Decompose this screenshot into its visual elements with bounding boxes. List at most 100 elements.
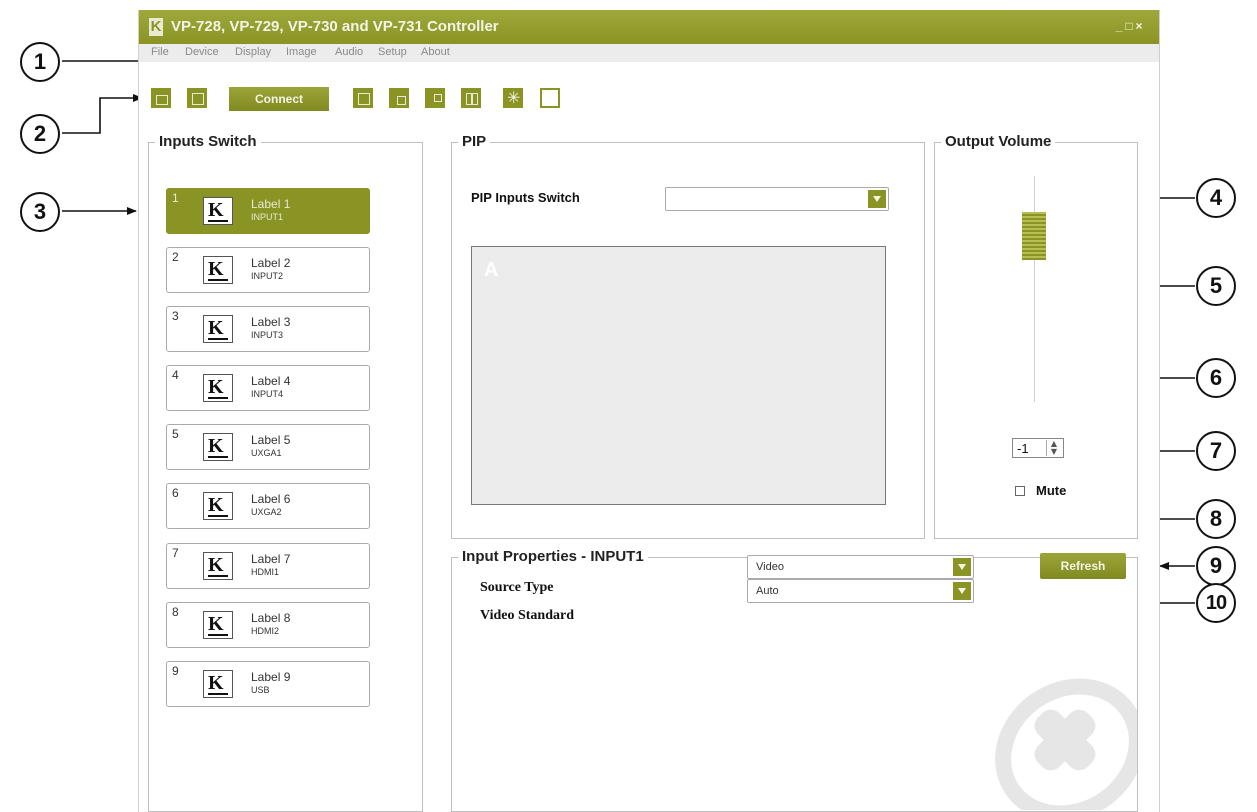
callout-2: 2: [20, 114, 60, 154]
kramer-k-icon: K: [203, 492, 233, 520]
callout-6: 6: [1196, 358, 1236, 398]
callout-7: 7: [1196, 431, 1236, 471]
kramer-k-icon: K: [203, 374, 233, 402]
input-button-5[interactable]: 5 K Label 5 UXGA1: [166, 424, 370, 470]
input-name: INPUT2: [251, 271, 284, 281]
callout-8: 8: [1196, 499, 1236, 539]
menu-device[interactable]: Device: [185, 46, 219, 58]
input-button-1[interactable]: 1 K Label 1 INPUT1: [166, 188, 370, 234]
title-bar: K VP-728, VP-729, VP-730 and VP-731 Cont…: [139, 10, 1159, 44]
input-label: Label 2: [251, 256, 291, 270]
input-button-8[interactable]: 8 K Label 8 HDMI2: [166, 602, 370, 648]
kramer-k-icon: K: [203, 197, 233, 225]
layout-full-icon[interactable]: [353, 88, 373, 108]
pip-title: PIP: [458, 133, 491, 150]
input-number: 4: [172, 368, 179, 382]
menu-file[interactable]: File: [151, 46, 169, 58]
input-name: USB: [251, 685, 270, 695]
volume-spinbox[interactable]: -1 ▲ ▼: [1012, 438, 1064, 458]
input-name: INPUT1: [251, 212, 284, 222]
input-number: 2: [172, 250, 179, 264]
chevron-down-icon[interactable]: [953, 582, 971, 600]
input-name: INPUT3: [251, 330, 284, 340]
input-number: 7: [172, 546, 179, 560]
spin-arrows-icon[interactable]: ▲ ▼: [1046, 440, 1061, 456]
layout-pip-icon[interactable]: [389, 88, 409, 108]
input-label: Label 8: [251, 611, 291, 625]
input-number: 6: [172, 486, 179, 500]
input-button-2[interactable]: 2 K Label 2 INPUT2: [166, 247, 370, 293]
mute-checkbox[interactable]: [1015, 486, 1025, 496]
output-volume-title: Output Volume: [941, 133, 1056, 150]
menu-image[interactable]: Image: [286, 46, 317, 58]
maximize-button[interactable]: □: [1125, 19, 1135, 33]
inputs-switch-title: Inputs Switch: [155, 133, 261, 150]
chevron-down-icon[interactable]: [953, 558, 971, 576]
callout-4: 4: [1196, 178, 1236, 218]
video-standard-select[interactable]: Auto: [747, 579, 974, 603]
input-button-3[interactable]: 3 K Label 3 INPUT3: [166, 306, 370, 352]
menu-display[interactable]: Display: [235, 46, 271, 58]
menu-about[interactable]: About: [421, 46, 450, 58]
arrow-2: [62, 94, 143, 134]
video-standard-label: Video Standard: [480, 608, 575, 623]
input-label: Label 3: [251, 315, 291, 329]
callout-10: 10: [1196, 583, 1236, 623]
window-title: VP-728, VP-729, VP-730 and VP-731 Contro…: [171, 18, 499, 35]
watermark-logo: [995, 678, 1137, 810]
input-number: 8: [172, 605, 179, 619]
minimize-button[interactable]: _: [1115, 19, 1125, 33]
input-label: Label 7: [251, 552, 291, 566]
input-button-7[interactable]: 7 K Label 7 HDMI1: [166, 543, 370, 589]
input-name: UXGA1: [251, 448, 282, 458]
input-number: 9: [172, 664, 179, 678]
close-button[interactable]: ×: [1135, 19, 1145, 33]
input-number: 3: [172, 309, 179, 323]
pip-inputs-switch-select[interactable]: [665, 187, 889, 211]
kramer-k-icon: K: [203, 552, 233, 580]
kramer-k-icon: K: [203, 670, 233, 698]
input-label: Label 9: [251, 670, 291, 684]
open-icon[interactable]: [151, 88, 171, 108]
volume-slider-track: [1034, 176, 1035, 402]
kramer-k-icon: K: [203, 256, 233, 284]
source-type-value: Video: [756, 561, 784, 573]
source-type-select[interactable]: Video: [747, 555, 974, 579]
menu-setup[interactable]: Setup: [378, 46, 407, 58]
connect-button[interactable]: Connect: [229, 87, 329, 111]
mute-label: Mute: [1036, 483, 1067, 498]
input-button-4[interactable]: 4 K Label 4 INPUT4: [166, 365, 370, 411]
output-volume-group: Output Volume: [934, 133, 1138, 539]
video-standard-value: Auto: [756, 585, 779, 597]
input-number: 5: [172, 427, 179, 441]
input-number: 1: [172, 191, 179, 205]
kramer-k-icon: K: [203, 315, 233, 343]
input-name: UXGA2: [251, 507, 282, 517]
volume-value: -1: [1017, 441, 1029, 456]
layout-split-icon[interactable]: [461, 88, 481, 108]
callout-5: 5: [1196, 266, 1236, 306]
input-button-9[interactable]: 9 K Label 9 USB: [166, 661, 370, 707]
menu-bar: File Device Display Image Audio Setup Ab…: [139, 44, 1159, 62]
input-label: Label 6: [251, 492, 291, 506]
refresh-button[interactable]: Refresh: [1040, 553, 1126, 579]
chevron-down-icon[interactable]: [868, 190, 886, 208]
callout-9: 9: [1196, 546, 1236, 586]
callout-1: 1: [20, 42, 60, 82]
source-type-label: Source Type: [480, 580, 554, 595]
blank-icon[interactable]: [540, 88, 560, 108]
inputs-switch-group: Inputs Switch: [148, 133, 423, 812]
menu-audio[interactable]: Audio: [335, 46, 363, 58]
save-icon[interactable]: [187, 88, 207, 108]
input-button-6[interactable]: 6 K Label 6 UXGA2: [166, 483, 370, 529]
input-name: INPUT4: [251, 389, 284, 399]
input-properties-title: Input Properties - INPUT1: [458, 548, 648, 565]
input-name: HDMI1: [251, 567, 280, 577]
window-controls: _□×: [1115, 19, 1145, 33]
layout-corner-icon[interactable]: [425, 88, 445, 108]
volume-slider-handle[interactable]: [1022, 212, 1046, 260]
kramer-k-icon: K: [203, 611, 233, 639]
callout-3: 3: [20, 192, 60, 232]
pip-preview: A: [471, 246, 886, 505]
freeze-icon[interactable]: ✳: [503, 88, 523, 108]
